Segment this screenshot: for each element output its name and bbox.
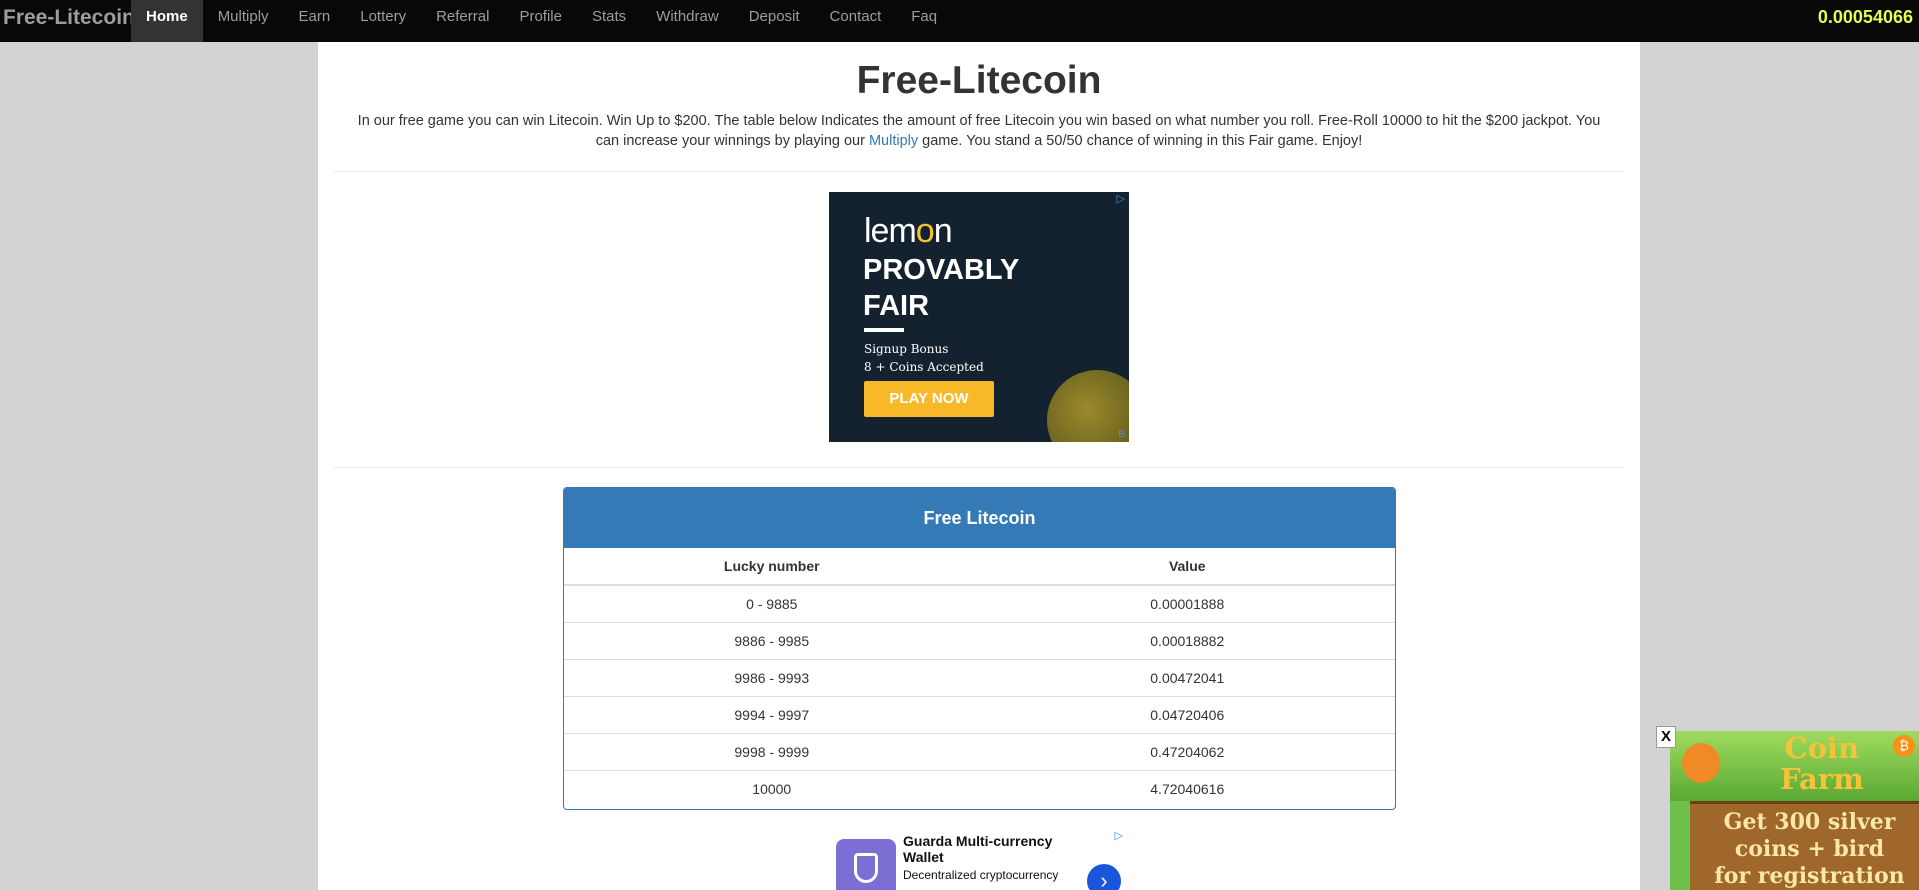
nav-item-home[interactable]: Home xyxy=(131,0,203,42)
column-header-value: Value xyxy=(979,548,1395,586)
table-row: 9994 - 9997 0.04720406 xyxy=(564,695,1395,733)
nav-item-profile[interactable]: Profile xyxy=(504,0,577,42)
lemon-ad-banner[interactable]: ▷ lemon PROVABLY FAIR Signup Bonus 8 + Coi… xyxy=(829,192,1129,442)
nav-item-withdraw[interactable]: Withdraw xyxy=(641,0,734,42)
ad-logo: lemon xyxy=(864,212,953,251)
ad-title: Guarda Multi-currency Wallet xyxy=(903,833,1053,865)
lucky-number-cell: 0 - 9885 xyxy=(564,584,980,622)
multiply-link[interactable]: Multiply xyxy=(869,133,918,149)
ad-subtext: Signup Bonus 8 + Coins Accepted xyxy=(864,340,984,376)
guarda-ad-banner[interactable]: ▷ Guarda Multi-currency Wallet Decentral… xyxy=(829,824,1129,890)
lucky-number-cell: 9998 - 9999 xyxy=(564,732,980,770)
value-cell: 0.00018882 xyxy=(979,621,1395,659)
ad-coin-graphic xyxy=(1047,370,1129,442)
nav-item-faq[interactable]: Faq xyxy=(896,0,952,42)
intro-text: In our free game you can win Litecoin. W… xyxy=(356,111,1602,151)
table-row: 9998 - 9999 0.47204062 xyxy=(564,732,1395,770)
nav-item-deposit[interactable]: Deposit xyxy=(734,0,815,42)
divider xyxy=(333,467,1625,468)
coin-farm-offer-line3: for registration xyxy=(1714,863,1905,889)
chevron-right-icon[interactable]: › xyxy=(1087,864,1121,890)
reward-table-panel: Free Litecoin Lucky number Value 0 - 988… xyxy=(563,487,1396,810)
ad-logo-pre: lem xyxy=(864,212,917,250)
coin-farm-ad[interactable]: Coin Farm ₿ Get 300 silver coins + bird for… xyxy=(1670,731,1919,890)
balance-display: 0.00054066 xyxy=(1817,7,1913,27)
ad-logo-post: n xyxy=(933,212,953,250)
column-header-lucky-number: Lucky number xyxy=(564,548,980,586)
ad-subtext-line1: Signup Bonus xyxy=(864,342,949,356)
shield-inner xyxy=(854,853,878,883)
shield-icon xyxy=(836,839,896,890)
coin-farm-title: Coin Farm xyxy=(1780,733,1864,795)
value-cell: 4.72040616 xyxy=(979,769,1395,807)
play-now-button[interactable]: PLAY NOW xyxy=(864,381,994,417)
nav-item-multiply[interactable]: Multiply xyxy=(203,0,284,42)
nav-item-earn[interactable]: Earn xyxy=(284,0,346,42)
coin-farm-offer-line1: Get 300 silver xyxy=(1723,809,1896,835)
bird-icon xyxy=(1682,743,1720,783)
value-cell: 0.00001888 xyxy=(979,584,1395,622)
value-cell: 0.04720406 xyxy=(979,695,1395,733)
reward-table: Lucky number Value 0 - 9885 0.00001888 98… xyxy=(564,548,1395,807)
nav-item-lottery[interactable]: Lottery xyxy=(345,0,421,42)
adchoices-icon[interactable]: ▷ xyxy=(1117,192,1125,205)
adchoices-icon[interactable]: ▷ xyxy=(1115,829,1123,842)
brand-logo[interactable]: Free-Litecoin xyxy=(3,0,135,42)
ad-headline-line1: PROVABLY xyxy=(863,254,1020,286)
coin-farm-title-line1: Coin xyxy=(1784,731,1860,765)
lucky-number-cell: 10000 xyxy=(564,769,980,807)
nav-item-stats[interactable]: Stats xyxy=(577,0,641,42)
ad-divider xyxy=(864,328,904,332)
coin-farm-offer-line2: coins + bird xyxy=(1734,836,1885,862)
lucky-number-cell: 9994 - 9997 xyxy=(564,695,980,733)
bitcoin-icon: ₿ xyxy=(1893,735,1915,757)
navbar: Free-Litecoin Home Multiply Earn Lottery… xyxy=(0,0,1919,42)
coin-farm-title-line2: Farm xyxy=(1780,762,1864,796)
value-cell: 0.47204062 xyxy=(979,732,1395,770)
ad-subtext-line2: 8 + Coins Accepted xyxy=(864,360,984,374)
table-header-row: Lucky number Value xyxy=(564,548,1395,586)
page-title: Free-Litecoin xyxy=(856,59,1102,102)
value-cell: 0.00472041 xyxy=(979,658,1395,696)
ad-description: Decentralized cryptocurrency xyxy=(903,868,1059,882)
table-row: 10000 4.72040616 xyxy=(564,769,1395,807)
ad-badge-icon[interactable]: B xyxy=(1118,429,1125,440)
nav-item-referral[interactable]: Referral xyxy=(421,0,504,42)
close-ad-button[interactable]: X xyxy=(1656,726,1676,748)
ad-headline-line2: FAIR xyxy=(863,290,930,322)
nav-item-contact[interactable]: Contact xyxy=(815,0,897,42)
lucky-number-cell: 9886 - 9985 xyxy=(564,621,980,659)
table-row: 9886 - 9985 0.00018882 xyxy=(564,621,1395,659)
ad-logo-o: o xyxy=(915,212,935,250)
table-row: 0 - 9885 0.00001888 xyxy=(564,584,1395,622)
panel-title: Free Litecoin xyxy=(564,488,1395,548)
table-row: 9986 - 9993 0.00472041 xyxy=(564,658,1395,696)
lucky-number-cell: 9986 - 9993 xyxy=(564,658,980,696)
ad-headline: PROVABLY FAIR xyxy=(863,252,1019,324)
nav-menu: Home Multiply Earn Lottery Referral Prof… xyxy=(131,0,952,42)
divider xyxy=(333,171,1625,172)
main-container: Free-Litecoin In our free game you can w… xyxy=(318,42,1640,890)
coin-farm-offer: Get 300 silver coins + bird for registrati… xyxy=(1700,809,1919,890)
intro-text-end: game. You stand a 50/50 chance of winnin… xyxy=(918,133,1363,149)
